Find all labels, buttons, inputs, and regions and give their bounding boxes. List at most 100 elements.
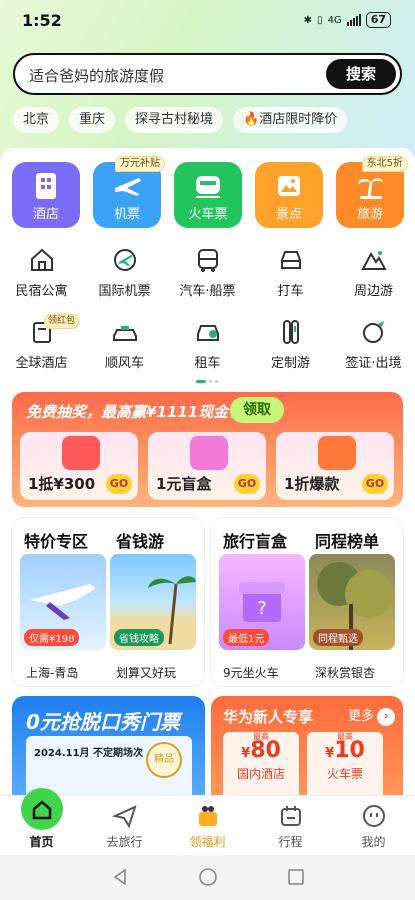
tab-benefits[interactable]: 领福利 <box>166 796 249 855</box>
tab-profile[interactable]: 我的 <box>332 796 415 855</box>
bluetooth-icon: ✱ <box>303 14 313 26</box>
promo-card-2[interactable]: 1元盲盒 GO <box>148 432 266 500</box>
grid-nearby-tour[interactable]: 周边游 <box>332 246 415 299</box>
search-input[interactable]: 适合爸妈的旅游度假 <box>29 65 164 86</box>
luggage-icon <box>282 320 299 344</box>
grid-homestay-label: 民宿公寓 <box>15 284 68 299</box>
chip-beijing[interactable]: 北京 <box>13 107 60 133</box>
red-box-icon <box>62 436 100 470</box>
gift-mascot-icon <box>198 806 217 826</box>
status-bar: 1:52 ✱ ▯ 4G 67 <box>0 0 415 40</box>
promo-card-1-go[interactable]: GO <box>106 474 132 494</box>
lottery-promo-banner[interactable]: 免费抽奖，最高赢¥1111现金！ 领取 1抵¥300 GO 1元盲盒 GO 1折… <box>12 392 403 507</box>
deal-tile-flight[interactable]: 仅需¥198 <box>20 554 106 650</box>
ranking-heading[interactable]: 同程榜单 <box>315 528 379 552</box>
chip-hotel-deal[interactable]: 🔥酒店限时降价 <box>233 107 348 133</box>
network-label: 4G <box>327 14 342 26</box>
grid-homestay[interactable]: 民宿公寓 <box>0 246 83 299</box>
deal-tile-beach-tag: 省钱攻略 <box>114 629 164 646</box>
vibrate-icon: ▯ <box>317 14 323 26</box>
huawei-newbie-banner[interactable]: 华为新人专享 更多› 最高 ¥80 国内酒店 领取 最高 ¥10 火车票 领取 <box>211 696 403 809</box>
promo-card-3[interactable]: 1折爆款 GO <box>276 432 394 500</box>
promo-claim-button[interactable]: 领取 <box>230 397 284 423</box>
grid-visa[interactable]: 签证·出境 <box>332 318 415 371</box>
nav-attraction-label: 景点 <box>275 207 302 222</box>
tab-benefits-label: 领福利 <box>189 835 226 849</box>
saving-heading[interactable]: 省钱游 <box>116 528 164 552</box>
newbie-more-link[interactable]: 更多 › <box>348 705 395 726</box>
promo-card-2-go[interactable]: GO <box>234 474 260 494</box>
nav-tour[interactable]: 东北5折 旅游 <box>336 156 408 228</box>
newbie-title: 华为新人专享 <box>223 708 314 726</box>
blindbox-tile-caption: 9元坐火车 <box>223 666 279 680</box>
tab-travel[interactable]: 去旅行 <box>83 796 166 855</box>
rental-car-icon <box>196 325 219 341</box>
blindbox-tile-tag: 最低1元 <box>223 629 270 646</box>
tab-home[interactable]: 首页 <box>0 788 83 855</box>
home-circle-icon[interactable] <box>198 867 218 887</box>
blindbox-tile[interactable]: ? 最低1元 <box>219 554 305 650</box>
grid-car-rental-label: 租车 <box>194 356 221 371</box>
tab-home-label: 首页 <box>29 835 54 849</box>
comedy-banner-title: 0元抢脱口秀门票 <box>26 710 180 734</box>
palm-tree-icon <box>358 178 383 199</box>
deals-heading[interactable]: 特价专区 <box>24 528 88 552</box>
coupon-train-top: 最高 <box>337 732 353 741</box>
flight-badge: 万元补贴 <box>115 156 165 172</box>
ginkgo-tile[interactable]: 同程甄选 <box>309 554 395 650</box>
promo-card-3-go[interactable]: GO <box>362 474 388 494</box>
grid-global-hotel[interactable]: 领红包 全球酒店 <box>0 314 83 371</box>
grid-car-rental[interactable]: 租车 <box>166 318 249 371</box>
nav-flight[interactable]: 万元补贴 机票 <box>93 156 165 228</box>
grid-intl-flight[interactable]: 国际机票 <box>83 246 166 299</box>
system-nav-bar <box>0 855 415 900</box>
signal-icon <box>346 14 361 26</box>
tour-badge: 东北5折 <box>361 156 408 172</box>
grid-intl-flight-label: 国际机票 <box>98 284 151 299</box>
back-triangle-icon[interactable] <box>110 867 130 887</box>
recents-square-icon[interactable] <box>286 867 306 887</box>
search-bar[interactable]: 适合爸妈的旅游度假 搜索 <box>13 53 402 95</box>
carpool-icon <box>112 326 137 341</box>
chip-hotel-deal-label: 酒店限时降价 <box>259 112 338 127</box>
tab-trips[interactable]: 行程 <box>249 796 332 855</box>
newbie-more-label: 更多 <box>347 709 374 724</box>
nav-train[interactable]: 火车票 <box>174 162 242 228</box>
comedy-ticket-stamp: 精品 <box>146 742 182 778</box>
deals-section: 特价专区 省钱游 仅需¥198 省钱攻略 上海-青岛 划算又好玩 <box>12 518 204 686</box>
coupon-hotel-text: 国内酒店 <box>236 767 285 781</box>
chip-chongqing[interactable]: 重庆 <box>69 107 116 133</box>
airplane-icon <box>115 178 141 196</box>
grid-bus-ship-label: 汽车·船票 <box>179 284 236 299</box>
chip-ancient-village[interactable]: 探寻古村秘境 <box>125 107 224 133</box>
status-time: 1:52 <box>22 11 62 30</box>
grid-taxi[interactable]: 打车 <box>249 246 332 299</box>
blindbox-heading[interactable]: 旅行盲盒 <box>223 528 287 552</box>
promo-card-2-text: 1元盲盒 <box>156 475 212 493</box>
ticket-icon <box>278 176 300 196</box>
visa-icon <box>362 321 384 343</box>
blindbox-section: 旅行盲盒 同程榜单 ? 最低1元 同程甄选 9元坐火车 深秋赏银杏 <box>211 518 403 686</box>
primary-nav: 酒店 万元补贴 机票 火车票 景点 东北5折 旅游 <box>12 156 408 228</box>
search-button[interactable]: 搜索 <box>326 59 396 89</box>
tab-profile-label: 我的 <box>361 835 386 849</box>
grid-global-hotel-label: 全球酒店 <box>15 356 68 371</box>
house-icon <box>30 248 53 271</box>
nav-attraction[interactable]: 景点 <box>255 162 323 228</box>
smiley-icon <box>362 805 385 827</box>
promo-card-1[interactable]: 1抵¥300 GO <box>20 432 138 500</box>
service-grid-row1: 民宿公寓 国际机票 汽车·船票 打车 周边游 <box>0 246 415 299</box>
deal-tile-flight-caption: 上海-青岛 <box>26 666 79 680</box>
grid-custom-tour[interactable]: 定制游 <box>249 318 332 371</box>
grid-bus-ship[interactable]: 汽车·船票 <box>166 246 249 299</box>
bus-icon <box>197 249 218 272</box>
nav-train-label: 火车票 <box>188 207 228 222</box>
deal-tile-beach[interactable]: 省钱攻略 <box>110 554 196 650</box>
promo-card-1-text: 1抵¥300 <box>28 475 96 493</box>
tab-trips-label: 行程 <box>278 835 303 849</box>
promo-title: 免费抽奖，最高赢¥1111现金！ <box>26 403 244 421</box>
car-icon <box>280 251 301 269</box>
nav-hotel[interactable]: 酒店 <box>12 162 80 228</box>
quick-chips: 北京 重庆 探寻古村秘境 🔥酒店限时降价 <box>13 107 348 133</box>
grid-carpool[interactable]: 顺风车 <box>83 318 166 371</box>
